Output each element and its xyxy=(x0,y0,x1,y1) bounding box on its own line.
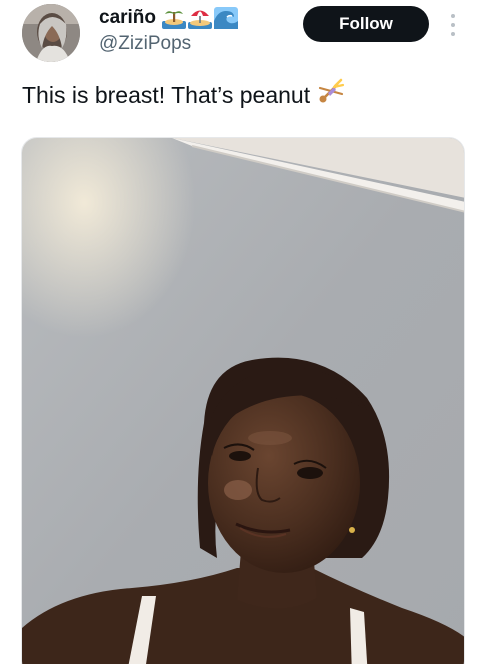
wave-emoji xyxy=(214,7,239,29)
display-name-text: cariño xyxy=(99,7,157,28)
name-emojis xyxy=(162,7,239,29)
avatar-image xyxy=(22,4,80,62)
tweet-photo[interactable] xyxy=(21,137,465,664)
island-emoji xyxy=(162,11,187,29)
author-display-name[interactable]: cariño xyxy=(99,6,239,30)
follow-button[interactable]: Follow xyxy=(303,6,429,42)
avatar[interactable] xyxy=(22,4,80,62)
author-handle[interactable]: @ZiziPops xyxy=(99,32,238,56)
author-names[interactable]: cariño @ZiziPops xyxy=(99,6,239,56)
person-cartwheeling-emoji xyxy=(316,76,346,113)
tweet: cariño @ZiziPops Follow This is breast! … xyxy=(0,0,481,664)
more-vertical-icon[interactable] xyxy=(445,12,461,38)
tweet-text: This is breast! That’s peanut xyxy=(22,76,346,113)
tweet-text-content: This is breast! That’s peanut xyxy=(22,81,311,108)
selfie-photo xyxy=(22,138,464,664)
beach-umbrella-emoji xyxy=(188,10,213,29)
